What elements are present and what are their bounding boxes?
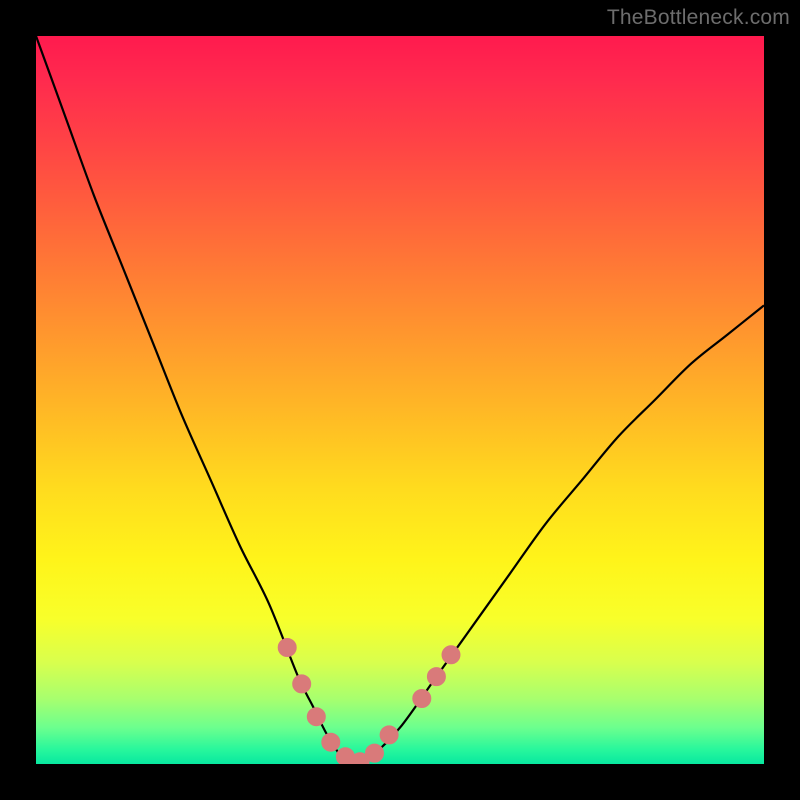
curve-marker [413,690,431,708]
curve-marker [322,733,340,751]
curve-marker [427,668,445,686]
curve-marker [293,675,311,693]
plot-area [36,36,764,764]
curve-marker [278,639,296,657]
watermark-text: TheBottleneck.com [607,6,790,30]
chart-frame: TheBottleneck.com [0,0,800,800]
curve-marker [307,708,325,726]
bottleneck-curve-path [36,36,764,764]
curve-marker [442,646,460,664]
bottleneck-curve-svg [36,36,764,764]
curve-marker [380,726,398,744]
curve-marker [366,744,384,762]
curve-markers [278,639,460,765]
